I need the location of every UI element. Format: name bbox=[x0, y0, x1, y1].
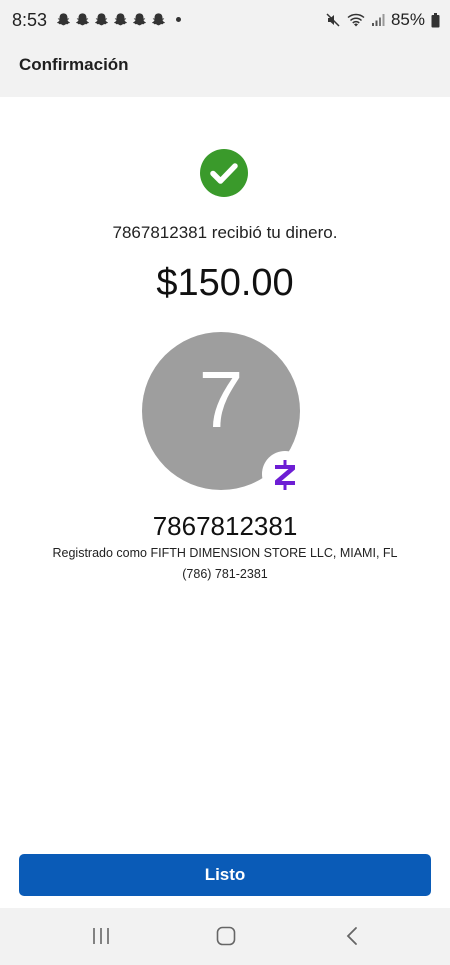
avatar-initial: 7 bbox=[198, 355, 244, 444]
zelle-badge bbox=[262, 451, 308, 497]
system-nav-bar bbox=[0, 908, 450, 965]
status-time: 8:53 bbox=[12, 10, 48, 30]
snapchat-icon bbox=[113, 12, 128, 27]
mute-icon bbox=[325, 12, 341, 28]
recipient-phone: (786) 781-2381 bbox=[182, 567, 268, 581]
snapchat-icon bbox=[151, 12, 166, 27]
zelle-icon bbox=[275, 460, 295, 490]
snapchat-icon bbox=[94, 12, 109, 27]
confirmation-message: 7867812381 recibió tu dinero. bbox=[112, 223, 338, 242]
battery-icon bbox=[431, 12, 440, 28]
snapchat-icon bbox=[75, 12, 90, 27]
notification-icons bbox=[56, 12, 181, 27]
signal-icon bbox=[371, 13, 385, 27]
status-bar: 8:53 85% bbox=[0, 0, 450, 40]
registered-as: Registrado como FIFTH DIMENSION STORE LL… bbox=[52, 546, 398, 560]
done-button[interactable]: Listo bbox=[19, 854, 431, 896]
back-icon[interactable] bbox=[345, 926, 359, 951]
check-circle-icon bbox=[200, 149, 248, 197]
recent-apps-icon[interactable] bbox=[92, 926, 110, 951]
page-title: Confirmación bbox=[19, 55, 129, 74]
app-header: Confirmación bbox=[0, 40, 450, 97]
home-icon[interactable] bbox=[216, 926, 236, 951]
snapchat-icon bbox=[56, 12, 71, 27]
recipient-name: 7867812381 bbox=[152, 511, 298, 541]
snapchat-icon bbox=[132, 12, 147, 27]
status-indicators: 85% bbox=[325, 10, 440, 30]
wifi-icon bbox=[347, 13, 365, 28]
amount-sent: $150.00 bbox=[156, 262, 294, 304]
battery-label: 85% bbox=[390, 10, 425, 29]
notification-dot bbox=[176, 17, 181, 22]
